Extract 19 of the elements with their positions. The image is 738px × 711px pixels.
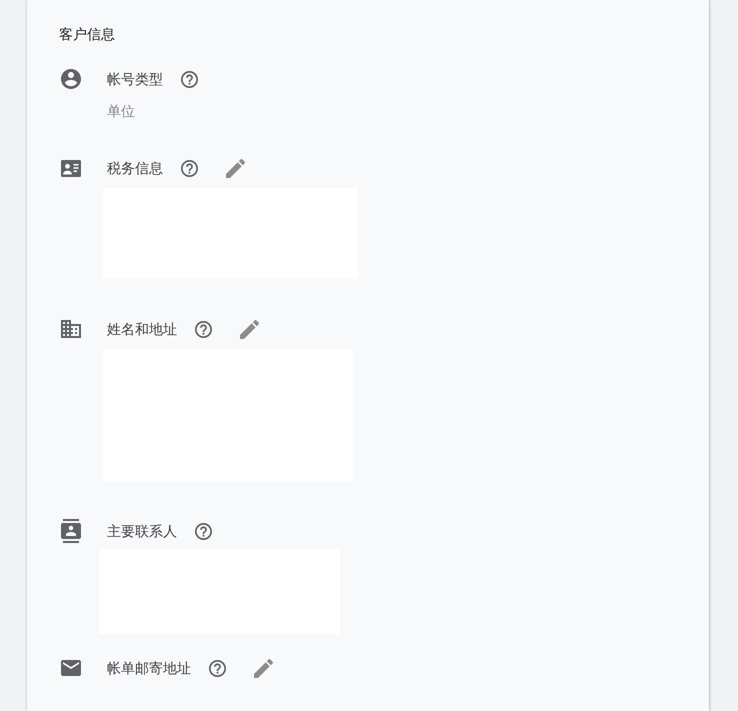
building-icon (61, 320, 81, 338)
field-label: 帐号类型 (107, 70, 163, 89)
field-label: 主要联系人 (107, 522, 177, 541)
edit-icon[interactable] (226, 158, 245, 178)
envelope-icon (61, 660, 81, 676)
field-value: 单位 (107, 102, 135, 121)
contact-card-icon (61, 519, 81, 543)
help-icon[interactable] (209, 660, 226, 676)
help-icon[interactable] (181, 70, 198, 88)
field-label: 帐单邮寄地址 (107, 659, 191, 678)
field-label: 税务信息 (107, 159, 163, 178)
field-label: 姓名和地址 (107, 320, 177, 339)
help-icon[interactable] (195, 320, 212, 338)
id-card-icon (61, 160, 81, 176)
help-icon[interactable] (181, 160, 198, 176)
section-title: 客户信息 (59, 25, 115, 44)
edit-icon[interactable] (254, 658, 273, 678)
edit-icon[interactable] (240, 320, 259, 338)
help-icon[interactable] (195, 522, 212, 540)
